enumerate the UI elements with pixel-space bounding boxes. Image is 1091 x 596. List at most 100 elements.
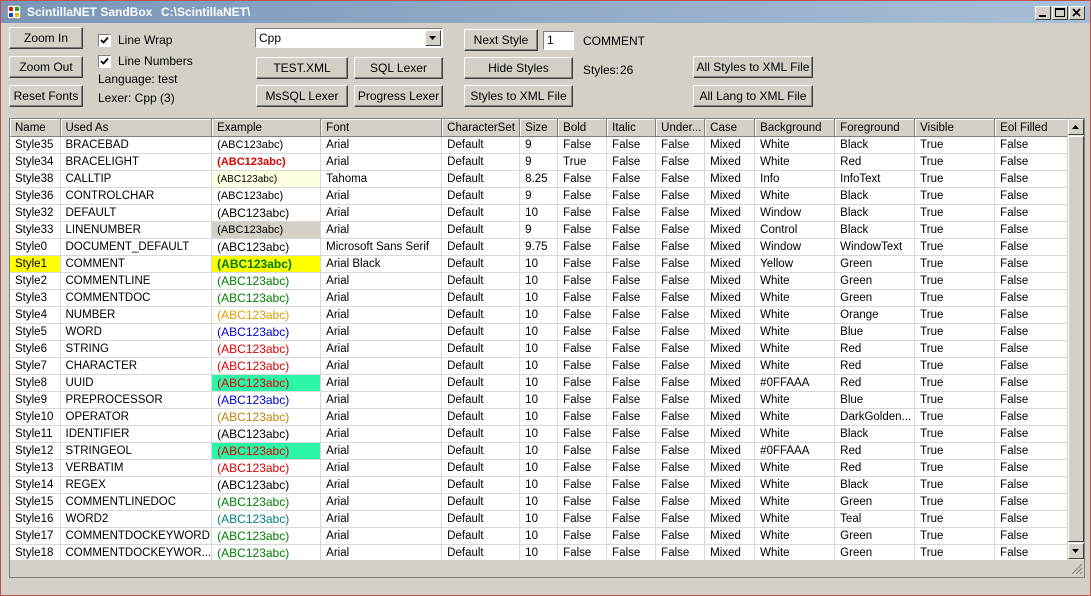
example-cell[interactable]: (ABC123abc) — [211, 238, 322, 256]
example-cell[interactable]: (ABC123abc) — [211, 408, 322, 426]
background-cell[interactable]: White — [754, 459, 836, 477]
size-cell[interactable]: 9 — [519, 136, 559, 154]
table-row[interactable]: Style38 CALLTIP (ABC123abc) Tahoma Default 8.… — [10, 170, 1076, 188]
example-cell[interactable]: (ABC123abc) — [211, 255, 322, 273]
visible-cell[interactable]: True — [914, 374, 996, 392]
used-as-cell[interactable]: VERBATIM — [60, 459, 213, 477]
eol-filled-cell[interactable]: False — [994, 153, 1076, 171]
example-cell[interactable]: (ABC123abc) — [211, 544, 322, 562]
underline-cell[interactable]: False — [655, 476, 706, 494]
size-cell[interactable]: 10 — [519, 544, 559, 562]
column-header-case[interactable]: Case — [704, 119, 756, 137]
charset-cell[interactable]: Default — [441, 306, 521, 324]
size-cell[interactable]: 10 — [519, 289, 559, 307]
name-cell[interactable]: Style1 — [10, 255, 61, 273]
eol-filled-cell[interactable]: False — [994, 374, 1076, 392]
font-cell[interactable]: Arial — [320, 493, 443, 511]
font-cell[interactable]: Arial — [320, 187, 443, 205]
table-row[interactable]: Style18 COMMENTDOCKEYWOR... (ABC123abc) Ari… — [10, 544, 1076, 562]
size-cell[interactable]: 9 — [519, 187, 559, 205]
foreground-cell[interactable]: Green — [834, 493, 916, 511]
visible-cell[interactable]: True — [914, 459, 996, 477]
visible-cell[interactable]: True — [914, 187, 996, 205]
used-as-cell[interactable]: REGEX — [60, 476, 213, 494]
eol-filled-cell[interactable]: False — [994, 459, 1076, 477]
italic-cell[interactable]: False — [606, 391, 657, 409]
used-as-cell[interactable]: BRACEBAD — [60, 136, 213, 154]
underline-cell[interactable]: False — [655, 323, 706, 341]
foreground-cell[interactable]: Red — [834, 459, 916, 477]
used-as-cell[interactable]: CALLTIP — [60, 170, 213, 188]
charset-cell[interactable]: Default — [441, 323, 521, 341]
scroll-down-button[interactable] — [1068, 543, 1084, 559]
underline-cell[interactable]: False — [655, 221, 706, 239]
visible-cell[interactable]: True — [914, 204, 996, 222]
visible-cell[interactable]: True — [914, 510, 996, 528]
table-row[interactable]: Style2 COMMENTLINE (ABC123abc) Arial Default… — [10, 272, 1076, 290]
italic-cell[interactable]: False — [606, 136, 657, 154]
charset-cell[interactable]: Default — [441, 221, 521, 239]
visible-cell[interactable]: True — [914, 289, 996, 307]
table-row[interactable]: Style13 VERBATIM (ABC123abc) Arial Default 10… — [10, 459, 1076, 477]
font-cell[interactable]: Arial — [320, 204, 443, 222]
italic-cell[interactable]: False — [606, 408, 657, 426]
charset-cell[interactable]: Default — [441, 391, 521, 409]
size-cell[interactable]: 10 — [519, 493, 559, 511]
used-as-cell[interactable]: CONTROLCHAR — [60, 187, 213, 205]
dropdown-button[interactable] — [425, 30, 441, 46]
underline-cell[interactable]: False — [655, 493, 706, 511]
font-cell[interactable]: Arial — [320, 136, 443, 154]
font-cell[interactable]: Arial — [320, 289, 443, 307]
name-cell[interactable]: Style17 — [10, 527, 61, 545]
table-row[interactable]: Style10 OPERATOR (ABC123abc) Arial Default 10… — [10, 408, 1076, 426]
visible-cell[interactable]: True — [914, 544, 996, 562]
zoom-out-button[interactable]: Zoom Out — [9, 56, 83, 78]
eol-filled-cell[interactable]: False — [994, 476, 1076, 494]
bold-cell[interactable]: False — [557, 187, 608, 205]
underline-cell[interactable]: False — [655, 204, 706, 222]
font-cell[interactable]: Arial — [320, 510, 443, 528]
size-cell[interactable]: 10 — [519, 204, 559, 222]
underline-cell[interactable]: False — [655, 153, 706, 171]
eol-filled-cell[interactable]: False — [994, 391, 1076, 409]
resize-grip-icon[interactable] — [1068, 560, 1084, 577]
name-cell[interactable]: Style35 — [10, 136, 61, 154]
name-cell[interactable]: Style32 — [10, 204, 61, 222]
underline-cell[interactable]: False — [655, 272, 706, 290]
foreground-cell[interactable]: Green — [834, 289, 916, 307]
eol-filled-cell[interactable]: False — [994, 170, 1076, 188]
background-cell[interactable]: Yellow — [754, 255, 836, 273]
underline-cell[interactable]: False — [655, 391, 706, 409]
column-header-bold[interactable]: Bold — [557, 119, 608, 137]
underline-cell[interactable]: False — [655, 459, 706, 477]
used-as-cell[interactable]: DEFAULT — [60, 204, 213, 222]
line-numbers-check-box[interactable] — [98, 54, 111, 68]
table-row[interactable]: Style9 PREPROCESSOR (ABC123abc) Arial Defaul… — [10, 391, 1076, 409]
case-cell[interactable]: Mixed — [704, 459, 756, 477]
background-cell[interactable]: White — [754, 425, 836, 443]
charset-cell[interactable]: Default — [441, 476, 521, 494]
name-cell[interactable]: Style11 — [10, 425, 61, 443]
italic-cell[interactable]: False — [606, 476, 657, 494]
foreground-cell[interactable]: InfoText — [834, 170, 916, 188]
bold-cell[interactable]: False — [557, 476, 608, 494]
name-cell[interactable]: Style16 — [10, 510, 61, 528]
font-cell[interactable]: Arial — [320, 442, 443, 460]
eol-filled-cell[interactable]: False — [994, 272, 1076, 290]
table-row[interactable]: Style7 CHARACTER (ABC123abc) Arial Default 10… — [10, 357, 1076, 375]
example-cell[interactable]: (ABC123abc) — [211, 136, 322, 154]
eol-filled-cell[interactable]: False — [994, 357, 1076, 375]
close-button[interactable] — [1069, 6, 1085, 20]
font-cell[interactable]: Arial Black — [320, 255, 443, 273]
example-cell[interactable]: (ABC123abc) — [211, 187, 322, 205]
table-row[interactable]: Style5 WORD (ABC123abc) Arial Default 10 False… — [10, 323, 1076, 341]
name-cell[interactable]: Style38 — [10, 170, 61, 188]
visible-cell[interactable]: True — [914, 357, 996, 375]
column-header-visible[interactable]: Visible — [914, 119, 996, 137]
eol-filled-cell[interactable]: False — [994, 323, 1076, 341]
case-cell[interactable]: Mixed — [704, 493, 756, 511]
size-cell[interactable]: 10 — [519, 408, 559, 426]
background-cell[interactable]: White — [754, 306, 836, 324]
italic-cell[interactable]: False — [606, 255, 657, 273]
visible-cell[interactable]: True — [914, 153, 996, 171]
